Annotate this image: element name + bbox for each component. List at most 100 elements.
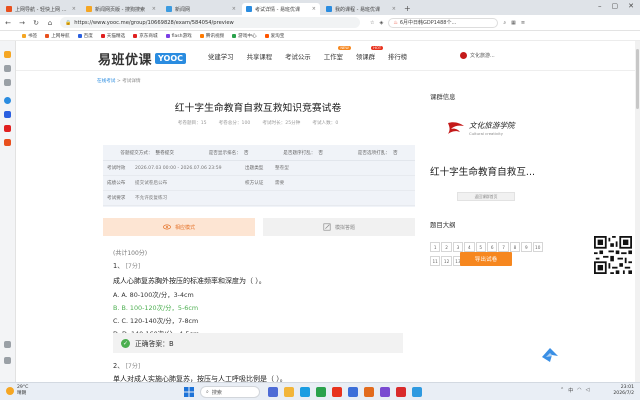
practice-mode-button[interactable]: 相应模式 (103, 218, 255, 236)
favorites-icon[interactable] (4, 51, 11, 58)
outline-cell[interactable]: 3 (452, 242, 464, 252)
tab-close-icon[interactable]: × (232, 6, 236, 12)
url-field[interactable]: 🔒 https://www.yooc.me/group/10669828/exa… (60, 17, 360, 28)
question-number: 2、 (113, 362, 124, 370)
browser-tab[interactable]: 新闻网 × (162, 3, 240, 15)
question-option[interactable]: C. C. 120-140次/分，7-8cm (113, 316, 266, 325)
outline-cell[interactable]: 11 (430, 256, 441, 266)
tray-arrow-icon[interactable]: ⌃ (560, 387, 564, 394)
user-menu[interactable]: 文化旅游... (460, 52, 495, 59)
menu-icon[interactable]: ≡ (521, 20, 525, 26)
outline-cell[interactable]: 4 (464, 242, 475, 252)
nav-item[interactable]: 排行榜 (388, 52, 407, 61)
nav-item[interactable]: 党建学习 (208, 52, 234, 61)
close-window-icon[interactable]: ✕ (628, 2, 634, 10)
browser-tab[interactable]: 上网导航 - 轻快上网 从这里开始× (2, 3, 80, 15)
site-logo[interactable]: 易班优课 YOOC (98, 49, 186, 68)
tab-close-icon[interactable]: × (312, 6, 316, 12)
new-tab-button[interactable]: + (404, 3, 411, 15)
wechat-icon[interactable] (316, 387, 326, 397)
bookmark-item[interactable]: 书签 (22, 33, 37, 39)
back-icon[interactable]: ← (4, 19, 12, 27)
file-explorer-icon[interactable] (284, 387, 294, 397)
history-icon[interactable] (4, 65, 11, 72)
star-icon[interactable]: ☆ (370, 20, 374, 26)
outline-cell[interactable]: 5 (475, 242, 486, 252)
store-icon[interactable] (348, 387, 358, 397)
browser-tab[interactable]: 新闻网页版 - 搜狗搜索 × (82, 3, 160, 15)
nav-item[interactable]: 考试公示 (285, 52, 311, 61)
video-app-icon[interactable] (396, 387, 406, 397)
qq-icon[interactable] (412, 387, 422, 397)
mock-answer-button[interactable]: 模拟答题 (263, 218, 415, 236)
volume-icon[interactable]: ◁ (586, 387, 590, 394)
nav-badge: NEW (338, 46, 351, 50)
search-icon[interactable]: ⌕ (503, 20, 506, 26)
bookmark-icon (232, 33, 237, 38)
edge-icon[interactable] (300, 387, 310, 397)
outline-cell[interactable]: 10 (532, 242, 543, 252)
tab-close-icon[interactable]: × (72, 6, 76, 12)
taskview-icon[interactable] (268, 387, 278, 397)
sidebar-add-icon[interactable] (4, 357, 11, 364)
outline-cell[interactable]: 12 (441, 256, 452, 266)
nav-item[interactable]: 共享课程 (247, 52, 273, 61)
browser-app-icon[interactable] (332, 387, 342, 397)
nav-item[interactable]: 工作室 NEW (324, 46, 351, 61)
tab-close-icon[interactable]: × (152, 6, 156, 12)
browser-tab[interactable]: 考试详情 - 易班优课 × (242, 3, 320, 15)
outline-cell[interactable]: 1 (430, 242, 441, 252)
bookmark-item[interactable]: 爱淘宝 (264, 33, 284, 39)
back-to-course-button[interactable]: 返回课群首页 (457, 192, 515, 201)
tab-close-icon[interactable]: × (392, 6, 396, 12)
outline-cell[interactable]: 9 (521, 242, 532, 252)
media-icon[interactable] (380, 387, 390, 397)
home-icon[interactable]: ⌂ (46, 19, 54, 27)
float-bird-icon[interactable] (540, 345, 560, 365)
question-option[interactable]: B. B. 100-120次/分，5-6cm (113, 303, 266, 312)
outline-cell[interactable]: 2 (441, 242, 452, 252)
bookmark-label: 京东商城 (139, 33, 158, 39)
minimize-icon[interactable]: – (598, 2, 602, 10)
windows-start-icon[interactable] (184, 387, 194, 397)
wifi-icon[interactable]: ◠ (577, 387, 581, 394)
bookmark-item[interactable]: 京东商城 (133, 33, 158, 39)
translate-icon[interactable] (4, 111, 11, 118)
bookmark-item[interactable]: 百度 (77, 33, 93, 39)
breadcrumb-home[interactable]: 在线考试 (97, 79, 115, 84)
nav-item-label: 考试公示 (285, 53, 311, 61)
bookmark-item[interactable]: 游戏中心 (232, 33, 257, 39)
refresh-icon[interactable]: ↻ (32, 19, 40, 27)
extension-icon[interactable]: ▦ (511, 20, 516, 26)
bookmark-item[interactable]: 腾讯视频 (199, 33, 224, 39)
outline-cell[interactable]: 7 (498, 242, 509, 252)
weather-widget[interactable]: 29°C 晴朗 (6, 385, 28, 397)
maximize-icon[interactable]: ▢ (612, 2, 619, 10)
taskbar-search[interactable]: ⌕ 搜索 (200, 386, 260, 398)
forward-icon[interactable]: → (18, 19, 26, 27)
browser-tab[interactable]: 我的课程 - 易班优课 × (322, 3, 400, 15)
video-icon[interactable] (4, 139, 11, 146)
outline-cell[interactable]: 8 (509, 242, 521, 252)
app-icon[interactable] (4, 97, 11, 104)
office-icon[interactable] (364, 387, 374, 397)
shield-icon[interactable]: ◈ (379, 20, 383, 26)
bookmark-label: 上网导航 (51, 33, 70, 39)
page-scrollbar[interactable] (635, 41, 640, 382)
nav-item[interactable]: 领课群 HOT (356, 46, 384, 61)
export-exam-button[interactable]: 导出试卷 (460, 252, 512, 266)
clock[interactable]: 23:01 2026/7/2 (604, 385, 634, 397)
download-icon[interactable] (4, 79, 11, 86)
bookmark-item[interactable]: 天猫精选 (100, 33, 125, 39)
tray-lang[interactable]: 中 (568, 387, 573, 394)
scrollbar-thumb[interactable] (636, 49, 639, 109)
settings-icon[interactable] (4, 341, 11, 348)
bookmark-item[interactable]: flash游戏 (165, 33, 192, 39)
question-option[interactable]: A. A. 80-100次/分，3-4cm (113, 290, 266, 299)
exam-meta: 考卷题目：15 考卷总分：100 考试时长：25分钟 考试人数：0 (97, 120, 419, 126)
bookmark-item[interactable]: 上网导航 (45, 33, 70, 39)
lock-icon: 🔒 (65, 19, 72, 26)
browser-search-box[interactable]: ♨ 6月中日韩GDP1488个... (388, 17, 499, 28)
outline-cell[interactable]: 6 (486, 242, 498, 252)
weibo-icon[interactable] (4, 125, 11, 132)
